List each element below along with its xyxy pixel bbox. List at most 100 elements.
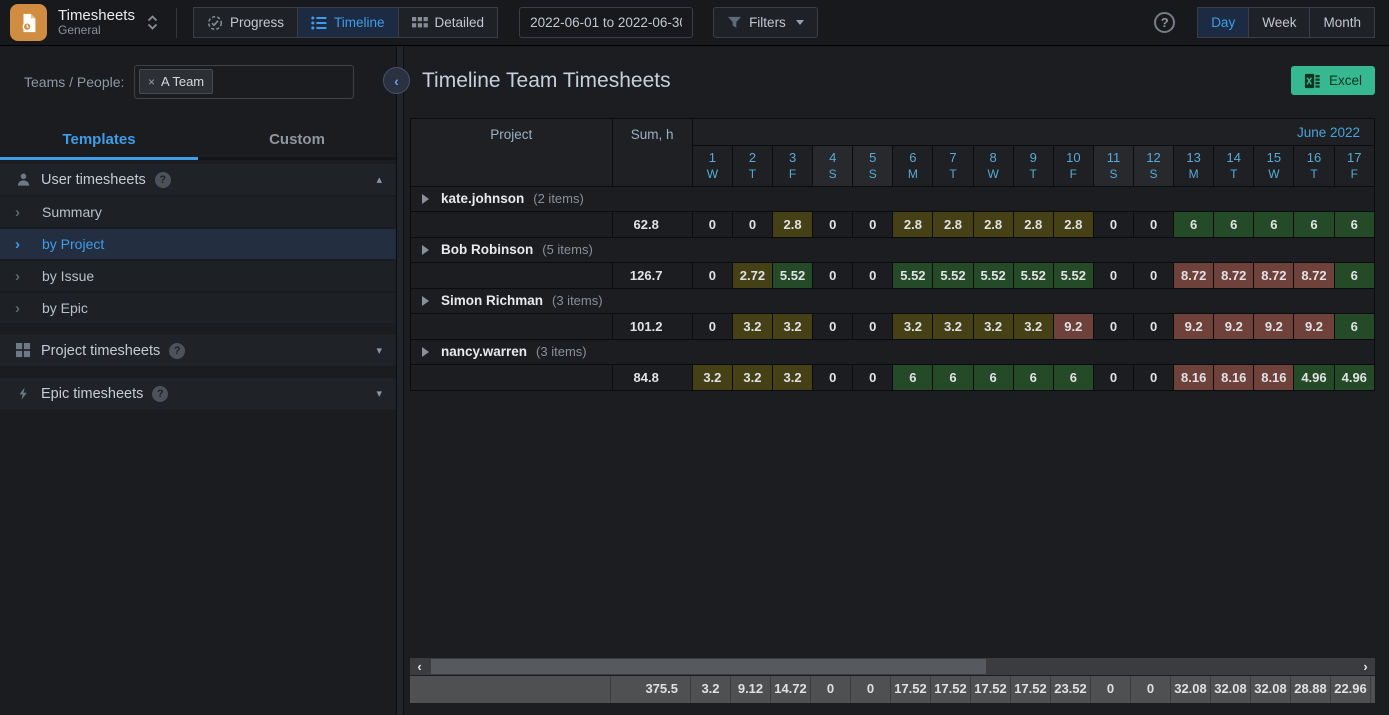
progress-view-button[interactable]: Progress (192, 7, 299, 38)
timesheet-cell[interactable]: 8.16 (1213, 364, 1255, 391)
timesheet-cell[interactable]: 0 (1132, 211, 1175, 238)
collapse-icon[interactable] (376, 173, 382, 186)
dashboard-switcher-chevrons-icon[interactable] (147, 15, 158, 30)
timesheet-cell[interactable]: 8.16 (1253, 364, 1295, 391)
timesheet-cell[interactable]: 6 (1253, 211, 1295, 238)
teams-people-input[interactable]: × A Team (134, 65, 354, 99)
expand-group-icon[interactable] (422, 296, 429, 306)
timesheet-cell[interactable]: 0 (812, 262, 854, 289)
timesheet-cell[interactable]: 6 (972, 364, 1014, 391)
timeline-view-button[interactable]: Timeline (297, 7, 399, 38)
day-granularity-button[interactable]: Day (1197, 7, 1250, 38)
timesheet-cell[interactable]: 5.52 (1052, 262, 1094, 289)
group-row[interactable]: kate.johnson (2 items) (410, 186, 1375, 212)
timesheet-cell[interactable]: 0 (852, 262, 894, 289)
timesheet-cell[interactable]: 3.2 (1012, 313, 1054, 340)
timesheet-cell[interactable]: 0 (1132, 262, 1175, 289)
timesheet-cell[interactable]: 2.72 (731, 262, 774, 289)
timesheet-cell[interactable]: 8.72 (1173, 262, 1215, 289)
timesheet-cell[interactable]: 0 (812, 211, 854, 238)
date-range-input[interactable] (519, 7, 694, 38)
expand-icon[interactable] (376, 344, 382, 357)
timesheet-cell[interactable]: 0 (812, 313, 854, 340)
timesheet-cell[interactable]: 6 (932, 364, 974, 391)
timesheet-cell[interactable]: 3.2 (932, 313, 974, 340)
timesheet-cell[interactable]: 3.2 (731, 313, 774, 340)
timesheet-cell[interactable]: 2.8 (1012, 211, 1054, 238)
scroll-right-icon[interactable] (1356, 658, 1375, 675)
timesheet-cell[interactable]: 5.52 (892, 262, 934, 289)
timesheet-cell[interactable]: 8.72 (1293, 262, 1335, 289)
expand-group-icon[interactable] (422, 245, 429, 255)
timesheet-cell[interactable]: 2.8 (772, 211, 814, 238)
expand-icon[interactable] (376, 387, 382, 400)
timesheet-cell[interactable]: 0 (1092, 364, 1135, 391)
timesheet-cell[interactable]: 0 (1092, 211, 1135, 238)
timesheet-cell[interactable]: 3.2 (892, 313, 934, 340)
timesheet-cell[interactable]: 6 (1052, 364, 1094, 391)
collapse-sidebar-button[interactable] (383, 67, 410, 94)
timesheet-cell[interactable]: 4.96 (1293, 364, 1335, 391)
group-row[interactable]: Simon Richman (3 items) (410, 288, 1375, 314)
timesheet-cell[interactable]: 0 (852, 364, 894, 391)
group-row[interactable]: nancy.warren (3 items) (410, 339, 1375, 365)
timesheet-cell[interactable]: 8.16 (1173, 364, 1215, 391)
scroll-left-icon[interactable] (410, 658, 429, 675)
expand-group-icon[interactable] (422, 194, 429, 204)
timesheet-cell[interactable]: 0 (691, 313, 733, 340)
timesheet-cell[interactable]: 2.8 (1052, 211, 1094, 238)
timesheet-cell[interactable]: 9.2 (1293, 313, 1335, 340)
timesheet-cell[interactable]: 0 (1092, 262, 1135, 289)
timesheet-cell[interactable]: 6 (1333, 262, 1376, 289)
sidebar-item-by-epic[interactable]: by Epic (0, 293, 396, 323)
timesheet-cell[interactable]: 2.8 (972, 211, 1014, 238)
help-badge-icon[interactable]: ? (152, 385, 169, 402)
detailed-view-button[interactable]: Detailed (397, 7, 499, 38)
timesheet-cell[interactable]: 0 (691, 262, 733, 289)
timesheet-cell[interactable]: 6 (1333, 211, 1376, 238)
timesheet-cell[interactable]: 0 (1132, 313, 1175, 340)
timesheet-cell[interactable]: 9.2 (1253, 313, 1295, 340)
tab-templates[interactable]: Templates (0, 123, 198, 160)
sidebar-item-by-project[interactable]: by Project (0, 229, 396, 259)
help-badge-icon[interactable]: ? (154, 171, 171, 188)
timesheet-cell[interactable]: 6 (1333, 313, 1376, 340)
expand-group-icon[interactable] (422, 347, 429, 357)
timesheet-cell[interactable]: 6 (892, 364, 934, 391)
timesheet-cell[interactable]: 8.72 (1213, 262, 1255, 289)
help-icon[interactable]: ? (1154, 12, 1176, 33)
timesheet-cell[interactable]: 3.2 (691, 364, 733, 391)
timesheet-cell[interactable]: 0 (852, 313, 894, 340)
timesheet-cell[interactable]: 4.96 (1333, 364, 1376, 391)
timesheet-cell[interactable]: 9.2 (1173, 313, 1215, 340)
section-project-timesheets[interactable]: Project timesheets ? (0, 335, 396, 366)
export-excel-button[interactable]: Excel (1290, 66, 1375, 95)
timesheet-cell[interactable]: 6 (1012, 364, 1054, 391)
scrollbar-thumb[interactable] (431, 659, 986, 674)
timesheet-cell[interactable]: 9.2 (1052, 313, 1094, 340)
timesheet-cell[interactable]: 0 (731, 211, 774, 238)
week-granularity-button[interactable]: Week (1248, 7, 1311, 38)
timesheet-cell[interactable]: 0 (1132, 364, 1175, 391)
timesheet-cell[interactable]: 0 (812, 364, 854, 391)
group-row[interactable]: Bob Robinson (5 items) (410, 237, 1375, 263)
sidebar-item-summary[interactable]: Summary (0, 197, 396, 227)
help-badge-icon[interactable]: ? (169, 342, 186, 359)
timesheet-cell[interactable]: 5.52 (1012, 262, 1054, 289)
timesheet-cell[interactable]: 6 (1173, 211, 1215, 238)
tab-custom[interactable]: Custom (198, 123, 396, 160)
timesheet-cell[interactable]: 9.2 (1213, 313, 1255, 340)
timesheet-cell[interactable]: 5.52 (972, 262, 1014, 289)
scrollbar-track[interactable] (429, 658, 1356, 675)
timesheet-cell[interactable]: 0 (691, 211, 733, 238)
timesheet-cell[interactable]: 0 (852, 211, 894, 238)
timesheet-cell[interactable]: 3.2 (772, 364, 814, 391)
remove-tag-icon[interactable]: × (148, 75, 155, 89)
timesheet-cell[interactable]: 6 (1213, 211, 1255, 238)
timesheet-cell[interactable]: 2.8 (892, 211, 934, 238)
section-user-timesheets[interactable]: User timesheets ? (0, 164, 396, 195)
filters-button[interactable]: Filters (713, 7, 818, 38)
timesheet-cell[interactable]: 3.2 (972, 313, 1014, 340)
month-granularity-button[interactable]: Month (1309, 7, 1375, 38)
timesheet-cell[interactable]: 8.72 (1253, 262, 1295, 289)
